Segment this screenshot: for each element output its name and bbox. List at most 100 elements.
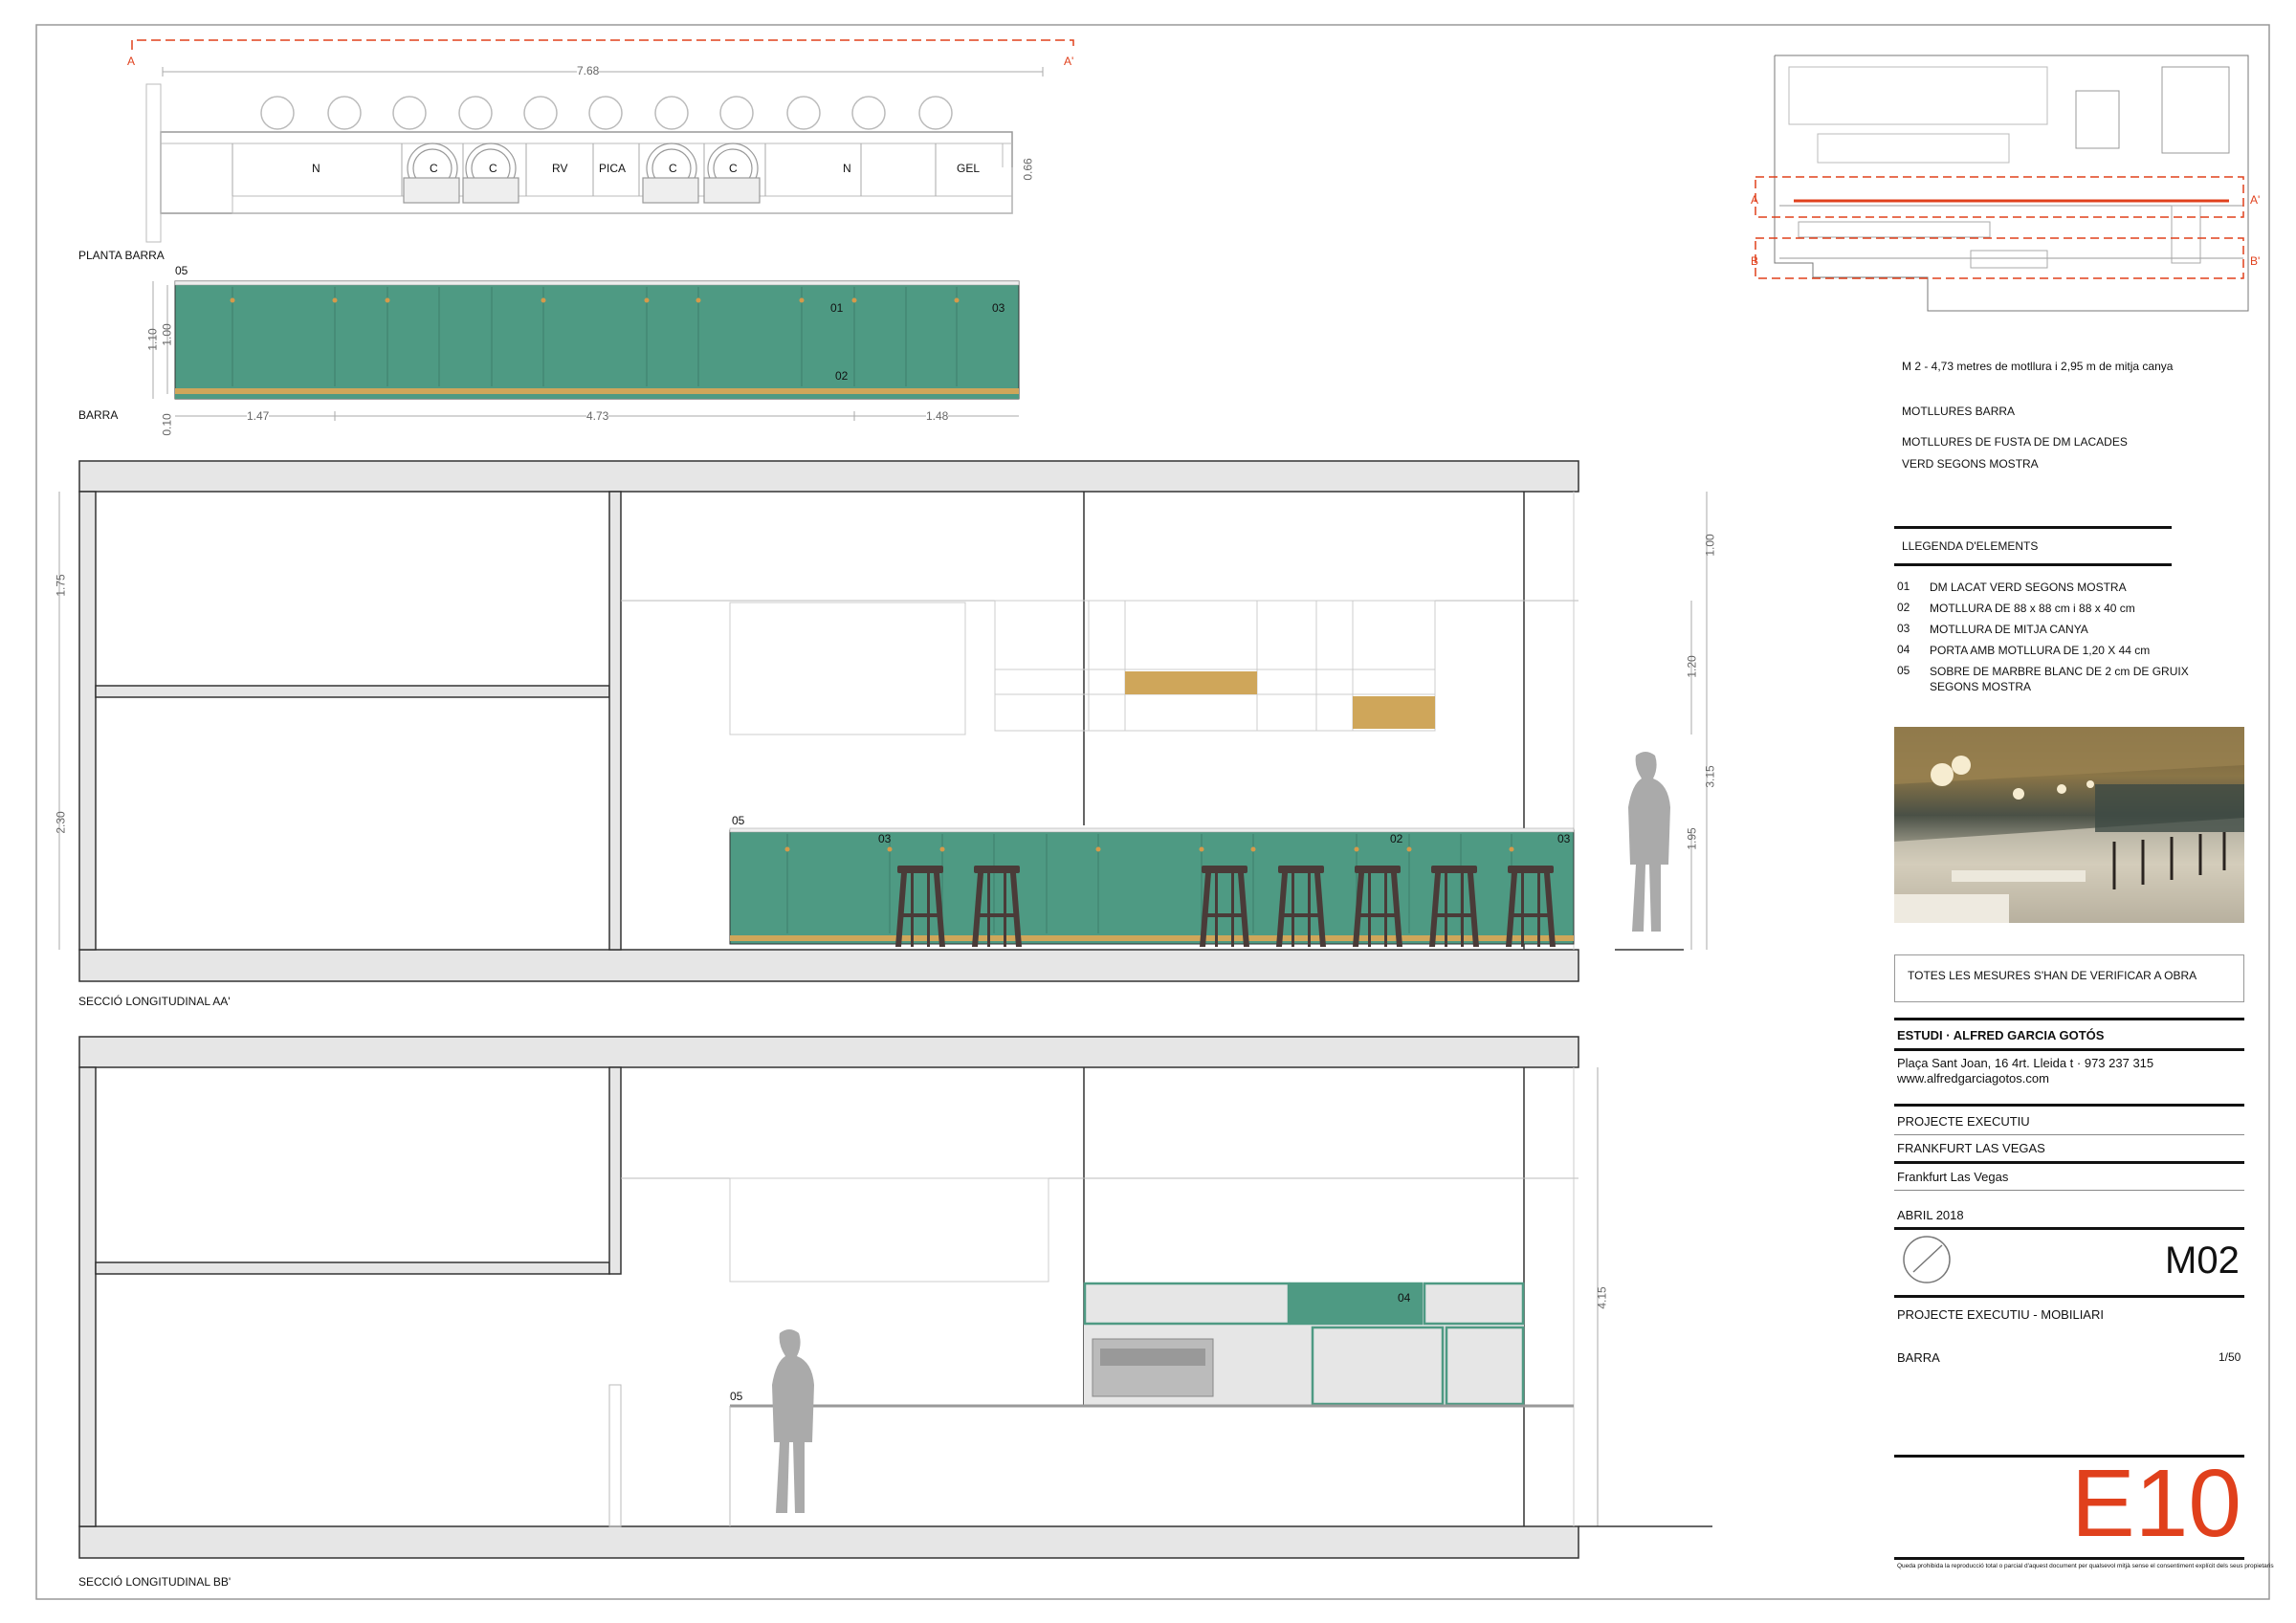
aa-right-dim-1: 1.00: [1703, 534, 1717, 557]
legend-item-number: 03: [1897, 622, 1910, 635]
bb-tag-05: 05: [730, 1390, 743, 1403]
legend-item-number: 05: [1897, 664, 1910, 677]
front-height-dim-a: 1.10: [145, 328, 160, 351]
studio-name: ESTUDI · ALFRED GARCIA GOTÓS: [1897, 1028, 2105, 1042]
handle-dot: [939, 846, 945, 852]
note-moulding-length: M 2 - 4,73 metres de motllura i 2,95 m d…: [1902, 360, 2174, 373]
legend-item: 03 MOTLLURA DE MITJA CANYA: [1897, 622, 2236, 637]
legend-title: LLEGENDA D'ELEMENTS: [1902, 539, 2039, 553]
studio-address: Plaça Sant Joan, 16 4rt. Lleida t · 973 …: [1897, 1056, 2154, 1070]
ochre-shelf-right: [1353, 696, 1435, 729]
legend-item-number: 04: [1897, 643, 1910, 656]
section-marker-a-prime: A': [1064, 55, 1074, 68]
human-figure-aa: [1628, 752, 1670, 932]
front-tag-03: 03: [992, 301, 1005, 315]
handle-dot: [799, 297, 805, 303]
legend-item-text: DM LACAT VERD SEGONS MOSTRA: [1930, 581, 2127, 594]
legend-item: 01 DM LACAT VERD SEGONS MOSTRA: [1897, 580, 2236, 595]
bar-front-panel: [174, 280, 1020, 400]
tb-rule-3: [1894, 1104, 2244, 1107]
front-tag-02: 02: [835, 369, 849, 383]
tb-rule-6: [1894, 1190, 2244, 1191]
element-name: BARRA: [1897, 1350, 1940, 1365]
aa-right-dim-3: 3.15: [1703, 765, 1717, 788]
plan-module-label: RV: [552, 162, 568, 175]
legend-item-number: 01: [1897, 580, 1910, 593]
plan-stool: [523, 96, 558, 130]
legend-rule-top: [1894, 526, 2172, 529]
plan-stool: [392, 96, 427, 130]
plan-module-label: C: [729, 162, 738, 175]
overall-dimension: 7.68: [577, 64, 600, 77]
studio-web: www.alfredgarciagotos.com: [1897, 1071, 2049, 1086]
sheet-number-big: E10: [2071, 1450, 2241, 1557]
depth-dimension: 0.66: [1021, 158, 1035, 181]
plan-title: PLANTA BARRA: [78, 249, 165, 262]
plan-equipment: [403, 143, 761, 204]
plan-stool: [851, 96, 886, 130]
tb-rule-5: [1894, 1161, 2244, 1164]
note-moulding-material: MOTLLURES DE FUSTA DE DM LACADES: [1902, 435, 2128, 449]
sheet-title: PROJECTE EXECUTIU - MOBILIARI: [1897, 1307, 2104, 1322]
aa-left-dim-2: 2.30: [54, 811, 68, 834]
section-bb: [78, 1036, 1712, 1559]
handle-dot: [541, 297, 546, 303]
plan-module-label: C: [489, 162, 497, 175]
front-width-dim-2: 4.73: [586, 409, 609, 423]
drawing-scale: 1/50: [2219, 1350, 2241, 1364]
tb-rule-8: [1894, 1295, 2244, 1298]
front-title: BARRA: [78, 408, 119, 422]
handle-dot: [954, 297, 960, 303]
handle-dot: [1406, 846, 1412, 852]
plan-stool: [588, 96, 623, 130]
aa-tag-03-right: 03: [1557, 832, 1571, 845]
section-line-a: [131, 39, 1074, 50]
section-aa-title: SECCIÓ LONGITUDINAL AA': [78, 995, 231, 1008]
legend-item-text: SOBRE DE MARBRE BLANC DE 2 cm DE GRUIX S…: [1930, 665, 2189, 693]
note-moulding-title: MOTLLURES BARRA: [1902, 405, 2016, 418]
plan-counter: [160, 131, 1013, 214]
handle-dot: [644, 297, 650, 303]
plan-stool: [458, 96, 493, 130]
tb-rule-2: [1894, 1048, 2244, 1051]
handle-dot: [1199, 846, 1204, 852]
project-name: FRANKFURT LAS VEGAS: [1897, 1141, 2045, 1155]
client-name: Frankfurt Las Vegas: [1897, 1170, 2009, 1184]
plan-module-label: C: [669, 162, 677, 175]
front-tag-05: 05: [175, 264, 188, 277]
plan-stool: [719, 96, 754, 130]
front-base-dim: 0.10: [160, 413, 174, 436]
legend-item-number: 02: [1897, 601, 1910, 614]
legend-item: 04 PORTA AMB MOTLLURA DE 1,20 X 44 cm: [1897, 643, 2236, 658]
tb-rule-1: [1894, 1018, 2244, 1020]
legend-rule-bottom: [1894, 563, 2172, 566]
section-marker-a: A: [127, 55, 136, 68]
copyright-disclaimer: Queda prohibida la reproducció total o p…: [1897, 1563, 2274, 1569]
key-marker-b: B: [1751, 254, 1759, 268]
legend-item-text: PORTA AMB MOTLLURA DE 1,20 X 44 cm: [1930, 644, 2151, 657]
ochre-shelf-left: [1125, 671, 1257, 694]
front-height-dim-b: 1.00: [160, 323, 174, 346]
handle-dot: [1095, 846, 1101, 852]
key-marker-b-prime: B': [2250, 254, 2261, 268]
bar-base-trim: [175, 388, 1019, 394]
plan-stool: [918, 96, 953, 130]
sheet-code: M02: [2165, 1239, 2240, 1282]
legend-item: 05 SOBRE DE MARBRE BLANC DE 2 cm DE GRUIX…: [1897, 664, 2236, 694]
front-tag-01: 01: [830, 301, 844, 315]
drawing-date: ABRIL 2018: [1897, 1208, 1964, 1222]
bar-top-edge: [174, 280, 1020, 286]
legend-item: 02 MOTLLURA DE 88 x 88 cm i 88 x 40 cm: [1897, 601, 2236, 616]
handle-dot: [851, 297, 857, 303]
tb-rule-4: [1894, 1134, 2244, 1135]
handle-dot: [1509, 846, 1514, 852]
plan-module-label: GEL: [957, 162, 981, 175]
plan-module-label: N: [312, 162, 320, 175]
aa-left-dim-1: 1.75: [54, 574, 68, 597]
bar-front-elevation: [152, 280, 1020, 421]
section-bb-title: SECCIÓ LONGITUDINAL BB': [78, 1575, 232, 1589]
plan-stool: [260, 96, 295, 130]
plan-stool: [327, 96, 362, 130]
handle-dot: [332, 297, 338, 303]
verify-note: TOTES LES MESURES S'HAN DE VERIFICAR A O…: [1908, 969, 2197, 982]
